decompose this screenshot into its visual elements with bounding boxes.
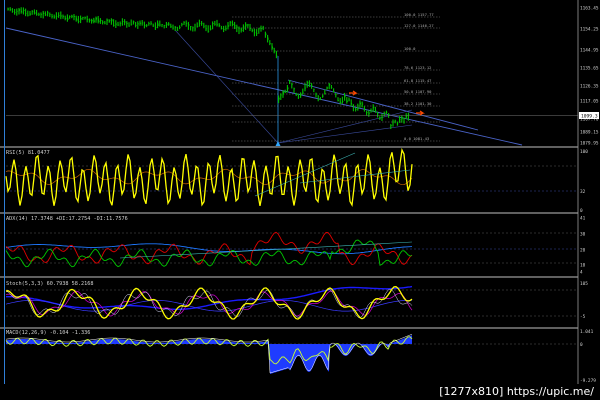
fib-level-label: 78.6 1123.12 (404, 65, 431, 70)
adx-axis-label: 20 (580, 248, 586, 254)
stoch-title: Stoch(5,3,3) 60.7938 58.2168 (6, 281, 93, 287)
price-axis-label: 1079.95 (580, 141, 599, 147)
price-axis-label: 1154.25 (580, 27, 599, 33)
macd-title: MACD(12,26,9) -0.104 -1.336 (6, 330, 90, 336)
price-axis-label: 1135.65 (580, 66, 599, 72)
adx-axis-label: 10 (580, 263, 586, 269)
rsi-axis-label: 32 (580, 189, 586, 195)
adx-axis-label: 41 (580, 216, 586, 222)
price-axis-label: 1144.95 (580, 48, 599, 54)
macd-axis-label: 1.041 (580, 329, 594, 335)
fib-level-label: 0.0 1081.43 (404, 136, 429, 141)
adx-axis-label: 30 (580, 232, 586, 238)
price-axis-label: 1089.15 (580, 130, 599, 136)
fib-level-label: 38.2 1101.30 (404, 101, 432, 106)
stoch-axis-label: 105 (580, 281, 588, 287)
current-price-label: 1099.3 (581, 114, 598, 120)
watermark-text: [1277x810] https://upic.me/ (437, 385, 596, 398)
trading-chart-window[interactable]: 100.0 1157.77 127.0 1146.27 100.0 78.6 1123… (0, 0, 600, 400)
price-axis-label: 1117.05 (580, 99, 599, 105)
price-axis-label: 1163.45 (580, 6, 599, 12)
fib-level-label: 127.0 1146.27 (404, 23, 434, 28)
fib-level-label: 100.0 1157.77 (404, 12, 434, 17)
fib-level-label: 61.8 1115.47 (404, 78, 431, 83)
rsi-axis-label: 100 (580, 149, 588, 155)
adx-axis-label: 4 (580, 270, 583, 276)
fib-level-label: 100.0 (404, 46, 416, 51)
macd-axis-label: 0 (580, 342, 583, 348)
rsi-axis-label: 0 (580, 208, 583, 214)
stoch-axis-label: -5 (580, 314, 586, 320)
rsi-title: RSI(5) 81.0477 (6, 150, 50, 156)
fib-level-label: 50.0 1107.90 (404, 89, 432, 94)
price-axis-label: 1126.35 (580, 84, 599, 90)
macd-axis-label: -9.279 (580, 378, 596, 384)
adx-title: ADX(14) 17.3748 +DI:17.2754 -DI:11.7576 (6, 216, 128, 222)
